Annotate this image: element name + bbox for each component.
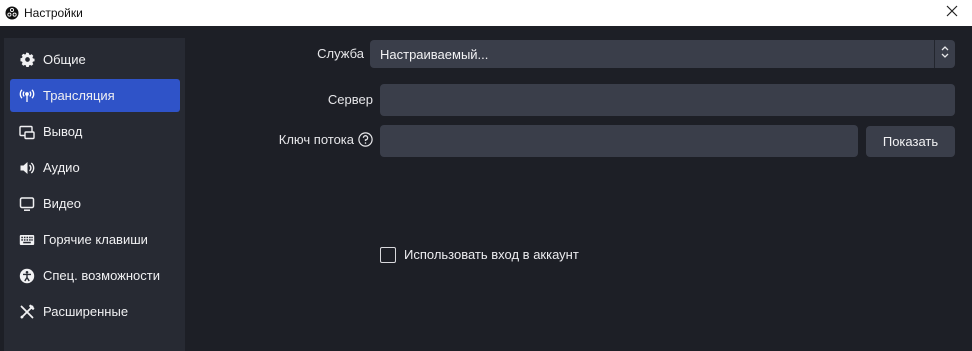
service-select-toggle[interactable]: [934, 40, 955, 68]
sidebar-item-label: Вывод: [43, 124, 83, 139]
sidebar-item-stream[interactable]: Трансляция: [10, 79, 180, 112]
server-input[interactable]: [380, 84, 955, 116]
stream-key-label: Ключ потока: [278, 132, 354, 147]
service-select-value: Настраиваемый...: [380, 46, 489, 62]
sidebar-item-accessibility[interactable]: Спец. возможности: [10, 259, 180, 292]
speaker-icon: [18, 159, 36, 177]
help-icon[interactable]: [358, 132, 373, 147]
sidebar-item-output[interactable]: Вывод: [10, 115, 180, 148]
sidebar-item-label: Аудио: [43, 160, 80, 175]
sidebar-item-hotkeys[interactable]: Горячие клавиши: [10, 223, 180, 256]
monitor-icon: [18, 195, 36, 213]
sidebar-item-advanced[interactable]: Расширенные: [10, 295, 180, 328]
window-title: Настройки: [24, 6, 83, 20]
sidebar-item-audio[interactable]: Аудио: [10, 151, 180, 184]
obs-logo-icon: [5, 6, 19, 20]
accessibility-icon: [18, 267, 36, 285]
account-login-label[interactable]: Использовать вход в аккаунт: [404, 247, 579, 263]
service-label: Служба: [317, 46, 364, 61]
sidebar-item-label: Общие: [43, 52, 86, 67]
close-button[interactable]: [932, 0, 972, 26]
sidebar-item-label: Расширенные: [43, 304, 129, 319]
settings-window: Настройки Общие Трансляция Вывод Аудио В…: [0, 0, 972, 351]
stream-key-input[interactable]: [380, 125, 858, 157]
output-icon: [18, 123, 36, 141]
sidebar-item-label: Спец. возможности: [43, 268, 160, 283]
sidebar-item-general[interactable]: Общие: [10, 43, 180, 76]
title-bar: Настройки: [0, 0, 972, 26]
close-icon: [946, 4, 958, 22]
sidebar-item-label: Горячие клавиши: [43, 232, 148, 247]
chevron-updown-icon: [940, 44, 950, 65]
tools-icon: [18, 303, 36, 321]
keyboard-icon: [18, 231, 36, 249]
gear-icon: [18, 51, 36, 69]
antenna-icon: [18, 87, 36, 105]
sidebar-item-label: Трансляция: [43, 88, 115, 103]
service-select[interactable]: Настраиваемый...: [370, 40, 934, 68]
server-label: Сервер: [327, 92, 373, 107]
sidebar-item-video[interactable]: Видео: [10, 187, 180, 220]
sidebar-item-label: Видео: [43, 196, 81, 211]
account-login-checkbox[interactable]: [380, 247, 396, 263]
settings-sidebar: Общие Трансляция Вывод Аудио Видео Горяч…: [4, 38, 185, 351]
show-key-button[interactable]: Показать: [866, 126, 955, 157]
